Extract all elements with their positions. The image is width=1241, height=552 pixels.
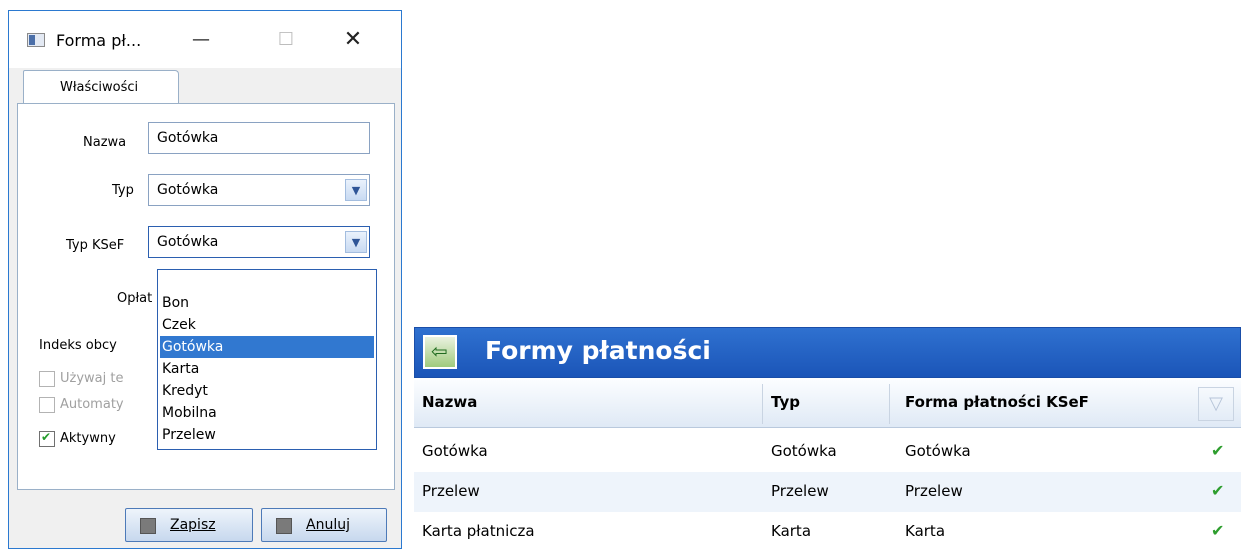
typ-ksef-dropdown-list: Bon Czek Gotówka Karta Kredyt Mobilna Pr… [157, 269, 377, 450]
payment-forms-list: Formy płatności Nazwa Typ Forma płatnośc… [414, 327, 1241, 549]
column-header-forma-ksef[interactable]: Forma płatności KSeF [905, 393, 1089, 411]
chevron-down-icon[interactable]: ▼ [345, 179, 367, 201]
cell-nazwa: Gotówka [422, 442, 488, 460]
save-button[interactable]: Zapisz [125, 508, 253, 542]
active-check-icon: ✔ [1211, 521, 1225, 540]
active-check-icon: ✔ [1211, 441, 1225, 460]
cell-ksef: Gotówka [905, 442, 971, 460]
active-check-icon: ✔ [1211, 481, 1225, 500]
dialog-title: Forma pł... [56, 31, 142, 50]
typ-select[interactable]: Gotówka ▼ [148, 174, 370, 206]
tab-label: Właściwości [60, 80, 139, 95]
column-header-typ[interactable]: Typ [771, 393, 800, 411]
column-header-row: Nazwa Typ Forma płatności KSeF ▽ [414, 380, 1241, 428]
chevron-down-icon[interactable]: ▼ [345, 231, 367, 253]
checkbox-automatyczny[interactable] [39, 397, 55, 413]
checkbox-aktywny-label: Aktywny [60, 431, 116, 446]
cancel-icon [276, 518, 292, 534]
cell-ksef: Przelew [905, 482, 963, 500]
nazwa-input[interactable]: Gotówka [148, 122, 370, 154]
close-icon[interactable]: ✕ [333, 25, 373, 55]
cancel-button[interactable]: Anuluj [261, 508, 387, 542]
table-row[interactable]: Gotówka Gotówka Gotówka ✔ [414, 432, 1241, 472]
back-arrow-icon[interactable] [423, 335, 457, 369]
filter-icon[interactable]: ▽ [1198, 387, 1234, 421]
column-separator[interactable] [762, 384, 763, 424]
save-button-label: Zapisz [170, 517, 216, 533]
checkbox-uzywaj[interactable] [39, 371, 55, 387]
dropdown-option[interactable]: Mobilna [160, 402, 374, 424]
cell-nazwa: Przelew [422, 482, 480, 500]
dropdown-option[interactable]: Przelew [160, 424, 374, 446]
indeks-obcy-label: Indeks obcy [39, 338, 117, 353]
checkbox-aktywny[interactable] [39, 430, 55, 447]
cancel-button-label: Anuluj [306, 517, 350, 533]
dropdown-option-selected[interactable]: Gotówka [160, 336, 374, 358]
typ-ksef-value: Gotówka [157, 234, 219, 250]
column-header-nazwa[interactable]: Nazwa [422, 393, 477, 411]
checkbox-uzywaj-label: Używaj te [60, 371, 124, 386]
nazwa-value: Gotówka [157, 130, 219, 146]
cell-typ: Gotówka [771, 442, 837, 460]
cell-nazwa: Karta płatnicza [422, 522, 535, 540]
payment-form-dialog: Forma pł... — ☐ ✕ Właściwości Nazwa Gotó… [8, 10, 402, 549]
table-row[interactable]: Karta płatnicza Karta Karta ✔ [414, 512, 1241, 552]
maximize-icon[interactable]: ☐ [266, 25, 306, 55]
column-separator[interactable] [889, 384, 890, 424]
minimize-icon[interactable]: — [181, 25, 221, 55]
cell-typ: Przelew [771, 482, 829, 500]
typ-value: Gotówka [157, 182, 219, 198]
dropdown-option-empty[interactable] [160, 270, 374, 292]
cell-typ: Karta [771, 522, 812, 540]
typ-label: Typ [112, 183, 134, 198]
cell-ksef: Karta [905, 522, 946, 540]
dropdown-option[interactable]: Kredyt [160, 380, 374, 402]
list-header: Formy płatności [414, 327, 1241, 378]
window-app-icon [27, 33, 45, 47]
oplata-label: Opłat [117, 291, 153, 306]
dropdown-option[interactable]: Czek [160, 314, 374, 336]
floppy-disk-icon [140, 518, 156, 534]
dropdown-option[interactable]: Karta [160, 358, 374, 380]
typ-ksef-label: Typ KSeF [66, 238, 125, 253]
list-title: Formy płatności [485, 336, 711, 365]
typ-ksef-select[interactable]: Gotówka ▼ [148, 226, 370, 258]
title-bar[interactable]: Forma pł... — ☐ ✕ [9, 11, 401, 68]
nazwa-label: Nazwa [83, 135, 127, 150]
checkbox-automatyczny-label: Automaty [60, 397, 124, 412]
tab-wlasciwosci[interactable]: Właściwości [23, 70, 179, 104]
dropdown-option[interactable]: Bon [160, 292, 374, 314]
table-row[interactable]: Przelew Przelew Przelew ✔ [414, 472, 1241, 512]
